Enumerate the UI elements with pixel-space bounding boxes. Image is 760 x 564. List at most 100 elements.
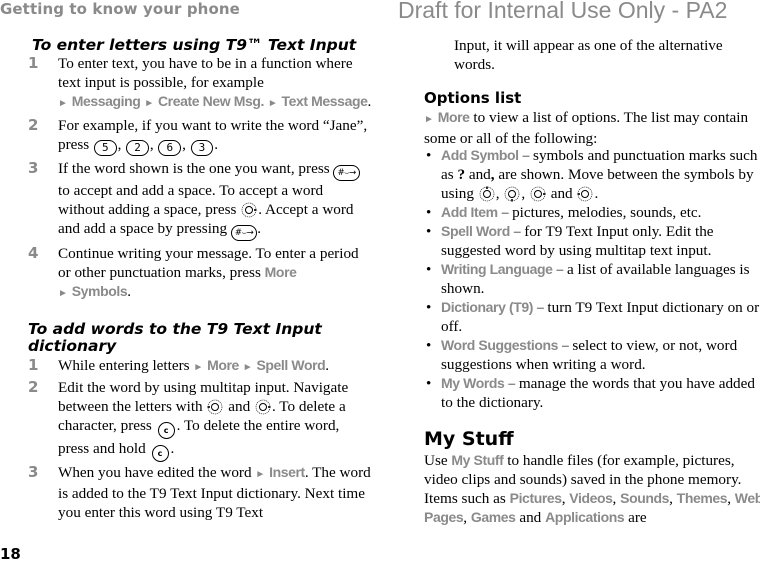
- option-item: • Writing Language – a list of available…: [424, 260, 760, 298]
- menu-create-new-msg: Create New Msg.: [157, 93, 265, 109]
- key-2-icon: 2: [126, 140, 149, 156]
- option-name: My Words: [441, 375, 505, 391]
- dash: –: [552, 261, 567, 277]
- bullet-icon: •: [426, 261, 432, 278]
- arrow-icon: ►: [58, 288, 68, 299]
- option-item: • Add Item – pictures, melodies, sounds,…: [424, 203, 760, 222]
- step-text: To enter text, you have to be in a funct…: [58, 55, 353, 91]
- step-text: .: [257, 220, 262, 237]
- step-text: If the word shown is the one you want, p…: [58, 160, 334, 177]
- bullet-icon: •: [426, 147, 432, 164]
- separator: ,: [727, 490, 735, 507]
- nav-key-left-icon: [207, 399, 223, 415]
- step-text: .: [214, 136, 219, 153]
- menu-insert: Insert: [269, 464, 305, 480]
- option-desc: pictures, melodies, sounds, etc.: [512, 204, 702, 221]
- dash: –: [509, 223, 525, 239]
- option-item: • Add Symbol – symbols and punctuation m…: [426, 147, 758, 202]
- draft-watermark: Draft for Internal Use Only - PA2: [398, 0, 728, 23]
- menu-more: More: [264, 264, 297, 280]
- my-stuff-text: Use My Stuff to handle files (for exampl…: [424, 451, 760, 527]
- arrow-icon: ►: [267, 98, 278, 109]
- arrow-icon: ►: [58, 98, 68, 109]
- arrow-icon: ►: [144, 98, 155, 109]
- step-number: 2: [28, 378, 39, 396]
- t9-step-3: 3 If the word shown is the one you want,…: [28, 159, 373, 241]
- step-number: 1: [28, 356, 39, 374]
- bullet-icon: •: [426, 375, 432, 392]
- menu-themes: Themes: [676, 490, 728, 506]
- menu-sounds: Sounds: [620, 490, 670, 506]
- arrow-icon: ►: [424, 114, 434, 125]
- nav-key-left-icon: [577, 186, 593, 202]
- nav-key-select-icon: [241, 202, 257, 218]
- step-text: .: [127, 283, 132, 300]
- option-name: Spell Word: [441, 223, 510, 239]
- step-number: 3: [28, 159, 39, 177]
- t9-heading: To enter letters using T9™ Text Input: [32, 36, 357, 54]
- arrow-icon: ►: [193, 362, 204, 373]
- menu-text-message: Text Message: [281, 93, 368, 109]
- my-stuff-heading: My Stuff: [424, 428, 514, 450]
- arrow-icon: ►: [242, 362, 253, 373]
- bullet-icon: •: [426, 223, 432, 240]
- option-item: • Word Suggestions – select to view, or …: [424, 336, 760, 374]
- dash: –: [504, 375, 519, 391]
- option-name: Dictionary (T9): [441, 299, 534, 315]
- dash: –: [533, 299, 548, 315]
- section-header: Getting to know your phone: [0, 0, 240, 18]
- t9-step-1: 1 To enter text, you have to be in a fun…: [28, 54, 373, 113]
- separator: ,: [463, 509, 471, 526]
- symbol-question: ?: [457, 166, 466, 183]
- step-text: When you have edited the word: [58, 464, 256, 481]
- option-item: • My Words – manage the words that you h…: [424, 374, 760, 412]
- t9-step-2: 2 For example, if you want to write the …: [28, 116, 368, 156]
- bullet-icon: •: [426, 299, 432, 316]
- dictionary-heading: To add words to the T9 Text Input dictio…: [28, 320, 322, 355]
- body-text: Use: [424, 452, 452, 469]
- bullet-icon: •: [426, 204, 432, 221]
- menu-spell-word: Spell Word: [256, 357, 326, 373]
- intro-text: to view a list of options. The list may …: [424, 109, 749, 147]
- nav-key-down-icon: [505, 186, 520, 202]
- option-name: Writing Language: [441, 261, 553, 277]
- step-text: Continue writing your message. To enter …: [58, 245, 359, 281]
- bullet-icon: •: [426, 337, 432, 354]
- key-6-icon: 6: [158, 140, 182, 156]
- key-3-icon: 3: [190, 140, 214, 156]
- dict-step-2: 2 Edit the word by using multitap input.…: [28, 378, 373, 462]
- step-text: and: [224, 398, 254, 415]
- step-text: .: [170, 440, 175, 457]
- menu-my-stuff: My Stuff: [451, 452, 504, 468]
- menu-applications: Applications: [545, 509, 625, 525]
- option-item: • Spell Word – for T9 Text Input only. E…: [424, 222, 760, 260]
- separator: ,: [669, 490, 677, 507]
- page-number: 18: [0, 545, 21, 563]
- step-text: .: [367, 93, 372, 110]
- t9-step-4: 4 Continue writing your message. To ente…: [28, 244, 373, 303]
- step-text: While entering letters: [58, 357, 194, 374]
- menu-symbols: Symbols: [71, 283, 128, 299]
- body-text: are: [624, 509, 647, 526]
- continued-text: Input, it will appear as one of the alte…: [454, 37, 723, 73]
- menu-more: More: [437, 109, 470, 125]
- arrow-icon: ►: [255, 469, 266, 480]
- dict-step-3: 3 When you have edited the word ► Insert…: [28, 463, 373, 522]
- dash: –: [558, 337, 573, 353]
- step-number: 4: [28, 244, 39, 262]
- option-desc: .: [594, 185, 599, 202]
- step-number: 3: [28, 463, 39, 481]
- dictionary-steps: 1 While entering letters ► More ► Spell …: [28, 356, 373, 522]
- menu-videos: Videos: [569, 490, 613, 506]
- separator: ,: [612, 490, 621, 507]
- step-number: 2: [28, 116, 39, 134]
- step-text: .: [325, 357, 330, 374]
- option-name: Add Item: [441, 204, 498, 220]
- menu-pictures: Pictures: [509, 490, 562, 506]
- nav-key-right-icon: [255, 399, 271, 415]
- option-name: Word Suggestions: [441, 337, 559, 353]
- hash-key-icon: #⌣→: [230, 225, 258, 241]
- hash-key-icon: #⌣→: [333, 165, 360, 181]
- key-5-icon: 5: [94, 140, 117, 156]
- options-list: • Add Symbol – symbols and punctuation m…: [424, 146, 760, 412]
